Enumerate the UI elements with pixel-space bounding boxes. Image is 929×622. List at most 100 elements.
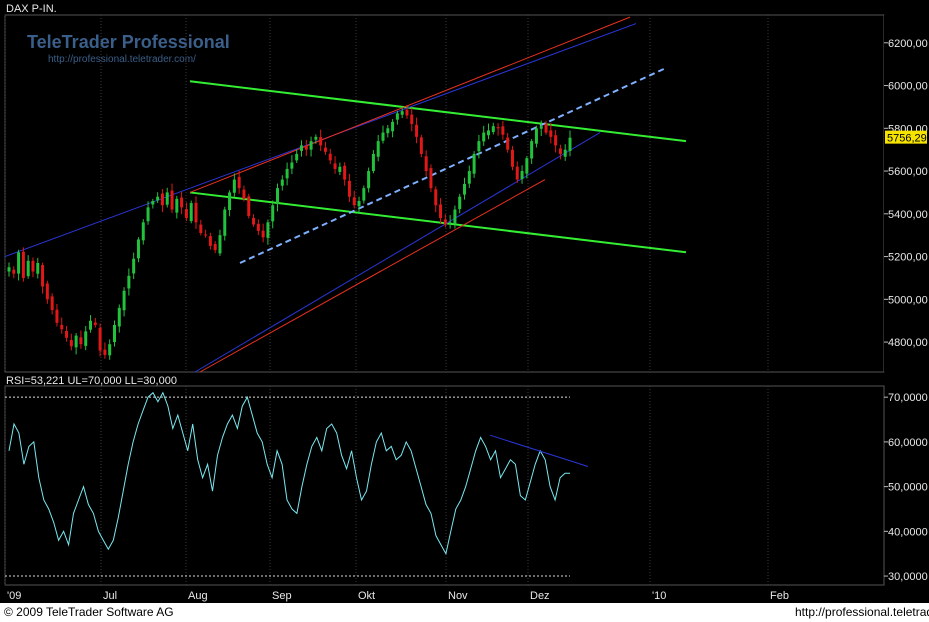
trendlines: [4, 16, 687, 373]
trend-red-lower: [199, 179, 546, 373]
candle: [228, 190, 232, 217]
candle: [266, 219, 270, 245]
price-tick-label: 5200,00: [888, 252, 928, 264]
trend-red-upper: [189, 16, 631, 193]
price-panel-title: DAX P-IN.: [6, 3, 57, 15]
candle: [170, 183, 174, 214]
candle: [156, 192, 160, 204]
rsi-tick-label: 50,0000: [888, 482, 928, 494]
rsi-tick-label: 70,0000: [888, 392, 928, 404]
candle: [108, 339, 112, 360]
candle: [36, 257, 40, 279]
candle: [371, 150, 375, 174]
candle: [132, 252, 136, 280]
candle: [419, 134, 423, 158]
x-tick-label: Dez: [530, 590, 550, 602]
candle: [376, 135, 380, 162]
candle: [103, 342, 107, 359]
candle: [12, 266, 16, 279]
candle: [506, 132, 510, 153]
candle: [328, 148, 332, 165]
candle: [391, 119, 395, 138]
trend-blue-lower: [194, 132, 601, 373]
candle: [122, 287, 126, 317]
candle: [74, 333, 78, 355]
candle: [199, 219, 203, 236]
candle: [280, 175, 284, 191]
candle: [213, 241, 217, 254]
candle: [84, 326, 88, 351]
candle: [112, 320, 116, 347]
channel-upper-line: [189, 80, 687, 143]
candle: [323, 141, 327, 155]
x-tick-label: Jul: [103, 590, 117, 602]
candle: [55, 303, 59, 327]
rsi-panel-title: RSI=53,221 UL=70,000 LL=30,000: [6, 375, 177, 387]
rsi-gridlines: [4, 386, 769, 585]
candle: [410, 107, 414, 132]
candle: [381, 125, 385, 144]
footer-url[interactable]: http://professional.teletrader.com/: [795, 603, 929, 622]
candle: [208, 232, 212, 250]
candle: [386, 124, 390, 138]
candle: [184, 202, 188, 222]
last-value-badge: 5756,29: [885, 130, 927, 145]
candle: [549, 122, 553, 144]
teletrader-logo: TeleTrader Professional http://professio…: [27, 32, 230, 65]
candle: [237, 170, 241, 194]
candle: [45, 280, 49, 304]
rsi-line: [8, 391, 570, 556]
dashed-trendline: [239, 67, 666, 264]
candle: [439, 198, 443, 225]
candle: [554, 130, 558, 153]
candle: [194, 196, 198, 230]
candle: [467, 165, 471, 188]
x-tick-label: Okt: [358, 590, 375, 602]
candle: [79, 330, 83, 349]
x-tick-label: Sep: [272, 590, 292, 602]
candle: [520, 165, 524, 184]
candle: [89, 315, 93, 333]
candle: [510, 145, 514, 171]
candle: [276, 183, 280, 212]
candle: [424, 150, 428, 177]
candle: [530, 138, 534, 164]
rsi-series: [8, 391, 589, 556]
candle: [223, 206, 227, 241]
channel-lower-line: [189, 191, 687, 254]
x-tick-label: Nov: [448, 590, 468, 602]
rsi-axis: 30,0000 40,0000 50,0000 60,0000 70,0000: [884, 392, 928, 583]
candle: [117, 304, 121, 333]
candle: [141, 219, 145, 245]
candle: [160, 188, 164, 213]
price-tick-label: 4800,00: [888, 337, 928, 349]
candle: [290, 155, 294, 175]
price-tick-label: 5600,00: [888, 166, 928, 178]
candle: [31, 257, 35, 278]
candle: [415, 117, 419, 144]
rsi-tick-label: 30,0000: [888, 571, 928, 583]
candle: [7, 262, 11, 277]
price-tick-label: 5000,00: [888, 294, 928, 306]
candle: [60, 317, 64, 334]
candle: [17, 249, 21, 281]
candle: [429, 164, 433, 193]
candle: [367, 167, 371, 193]
candle: [247, 193, 251, 219]
candle: [189, 200, 193, 224]
x-axis: '09 Jul Aug Sep Okt Nov Dez '10 Feb: [7, 590, 789, 602]
rsi-tick-label: 60,0000: [888, 437, 928, 449]
candle: [472, 151, 476, 178]
candle: [26, 255, 30, 279]
candle: [491, 122, 495, 135]
x-tick-label: Aug: [188, 590, 208, 602]
candle: [496, 123, 500, 136]
candle: [180, 191, 184, 215]
chart-window: { "chart_data": [ { "type": "candlestick…: [0, 0, 929, 622]
x-tick-label: '09: [7, 590, 21, 602]
logo-url-text: http://professional.teletrader.com/: [48, 54, 196, 65]
candle: [357, 196, 361, 214]
candle: [252, 214, 256, 227]
candle: [41, 262, 45, 294]
candle: [463, 177, 467, 200]
